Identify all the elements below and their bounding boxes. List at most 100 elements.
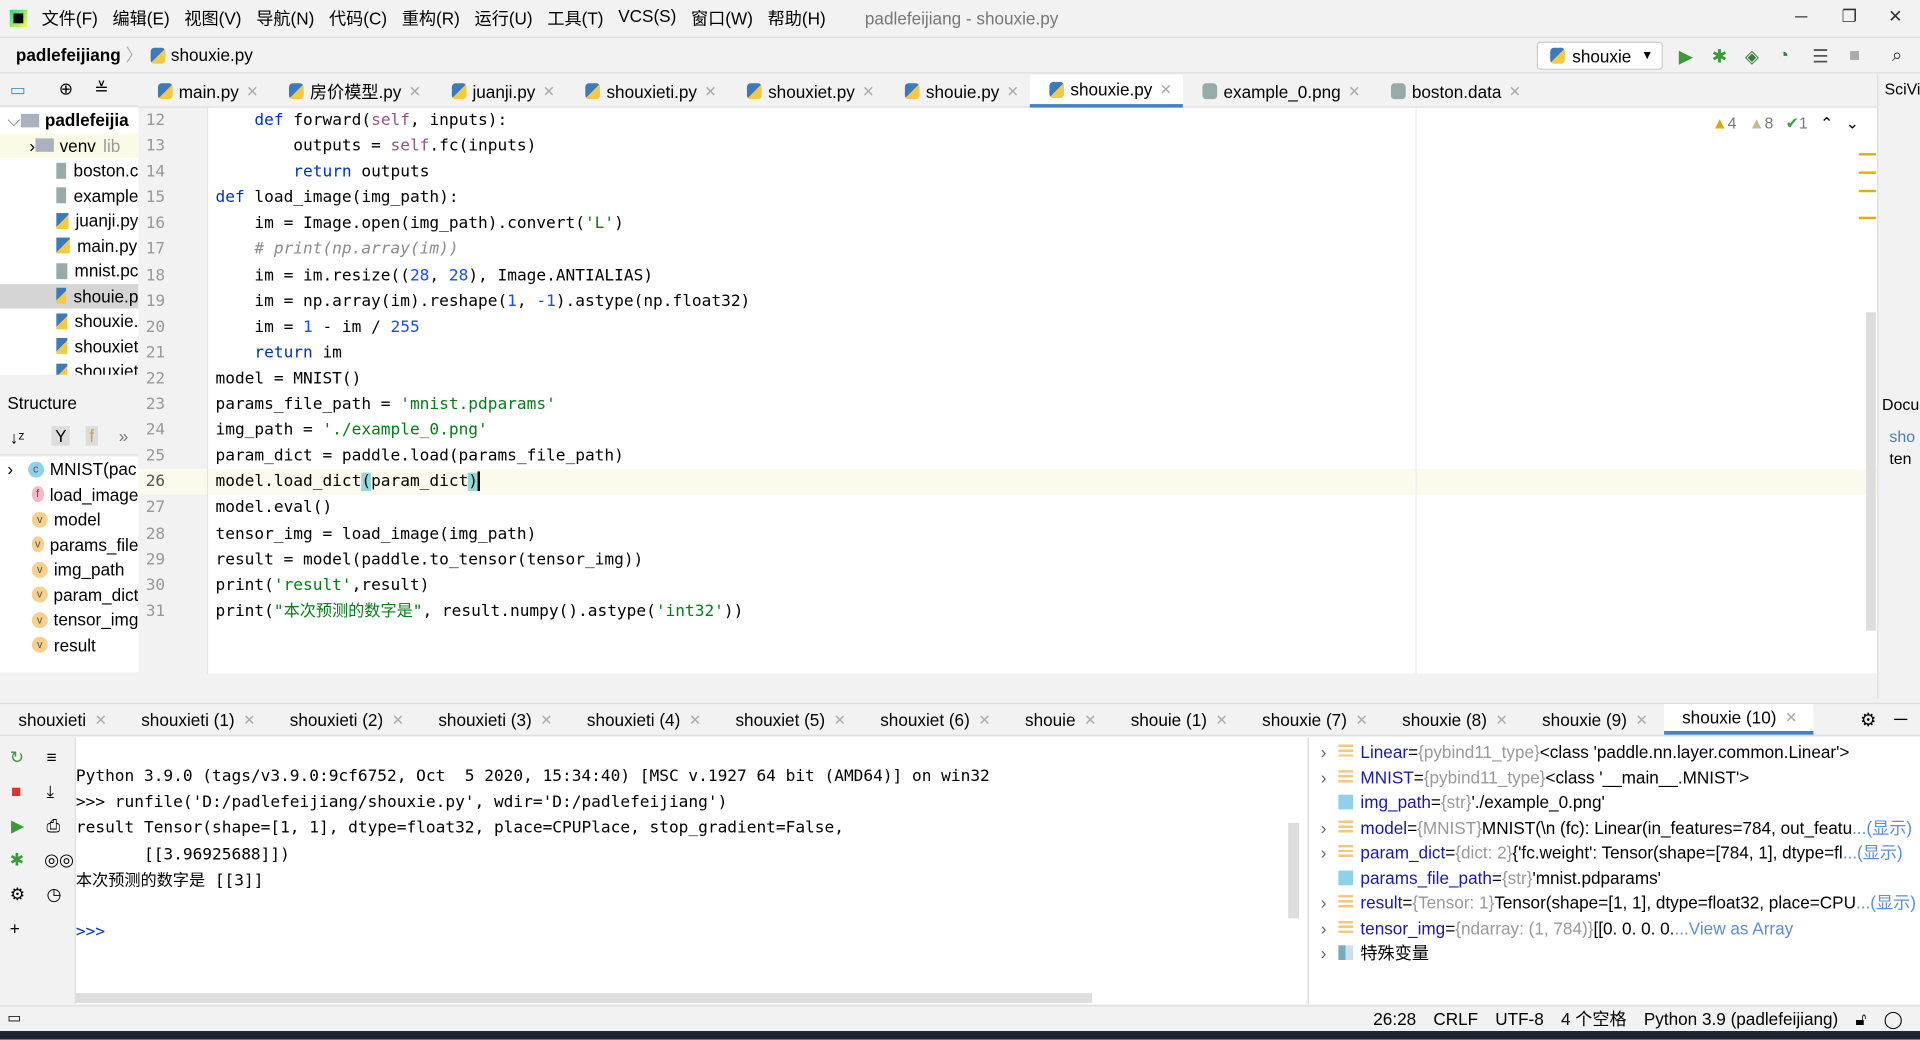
prev-highlight-icon[interactable]: ⌃ xyxy=(1820,114,1833,134)
close-tab-icon[interactable]: ✕ xyxy=(409,83,421,100)
stop-icon[interactable]: ■ xyxy=(11,781,21,801)
code-line[interactable]: im = im.resize((28, 28), Image.ANTIALIAS… xyxy=(208,263,1877,289)
tree-file[interactable]: mnist.pc xyxy=(0,258,138,283)
project-root[interactable]: ⌵ padlefeijia xyxy=(0,108,138,133)
settings-gear-icon[interactable]: ⚙ xyxy=(1860,709,1876,731)
close-button[interactable]: ✕ xyxy=(1888,6,1902,27)
code-line[interactable]: # print(np.array(im)) xyxy=(208,237,1877,263)
next-highlight-icon[interactable]: ⌄ xyxy=(1846,114,1859,134)
code-line[interactable]: return outputs xyxy=(208,159,1877,185)
console-tab[interactable]: shouxieti ✕ xyxy=(0,704,123,735)
sciview-tab[interactable]: SciVi xyxy=(1884,80,1920,98)
lock-icon[interactable]: 🔓︎ xyxy=(1855,1008,1866,1029)
menu-item[interactable]: 重构(R) xyxy=(402,6,460,30)
close-tab-icon[interactable]: ✕ xyxy=(1785,709,1797,726)
breadcrumb-project[interactable]: padlefeijiang xyxy=(16,45,121,65)
editor-tab[interactable]: shouxiet.py ✕ xyxy=(728,75,886,108)
variable-show-link[interactable]: ...(显示) xyxy=(1856,891,1916,915)
editor-tab[interactable]: 房价模型.py ✕ xyxy=(270,75,433,108)
variable-row[interactable]: › model = {MNIST} MNIST(\n (fc): Linear(i… xyxy=(1309,815,1920,840)
history-icon[interactable]: ◷ xyxy=(47,884,62,905)
structure-item[interactable]: v model xyxy=(0,507,138,532)
print-icon[interactable]: ⎙ xyxy=(47,816,61,837)
scroll-end-icon[interactable]: ⤓ xyxy=(47,781,55,802)
chevron-right-icon[interactable]: › xyxy=(1309,943,1338,963)
tree-item-venv[interactable]: › venv lib xyxy=(0,132,139,158)
editor-tab[interactable]: main.py ✕ xyxy=(138,75,269,108)
debug-icon[interactable]: ✱ xyxy=(1712,45,1727,68)
tree-file[interactable]: main.py xyxy=(0,233,138,258)
indent-setting[interactable]: 4 个空格 xyxy=(1561,1007,1627,1031)
code-line[interactable]: im = 1 - im / 255 xyxy=(208,314,1877,340)
console-tab[interactable]: shouxie (7) ✕ xyxy=(1244,704,1384,735)
structure-item[interactable]: v result xyxy=(0,632,138,657)
code-line[interactable]: def forward(self, inputs): xyxy=(208,108,1877,134)
variable-show-link[interactable]: ...View as Array xyxy=(1674,918,1793,938)
run-icon[interactable]: ▶ xyxy=(1679,45,1693,68)
console-tab[interactable]: shouxie (9) ✕ xyxy=(1524,704,1664,735)
chevron-right-icon[interactable]: › xyxy=(1309,742,1338,762)
editor-tab[interactable]: boston.data ✕ xyxy=(1371,75,1532,108)
close-tab-icon[interactable]: ✕ xyxy=(1007,83,1019,100)
close-tab-icon[interactable]: ✕ xyxy=(392,711,404,728)
warning-marker[interactable] xyxy=(1858,216,1876,220)
add-console-icon[interactable]: + xyxy=(10,918,20,938)
breadcrumb-file[interactable]: shouxie.py xyxy=(171,45,253,65)
typos-count[interactable]: ✔1 xyxy=(1786,114,1808,134)
code-line[interactable]: model.eval() xyxy=(208,495,1877,521)
tree-file[interactable]: example xyxy=(0,183,138,208)
notifications-icon[interactable]: ◯ xyxy=(1884,1008,1903,1029)
chevron-right-icon[interactable]: › xyxy=(1309,818,1338,838)
python-console[interactable]: Python 3.9.0 (tags/v3.9.0:9cf6752, Oct 5… xyxy=(75,737,1307,1005)
editor-tab[interactable]: example_0.png ✕ xyxy=(1183,75,1371,108)
close-tab-icon[interactable]: ✕ xyxy=(1356,711,1368,728)
execute-icon[interactable]: ▶ xyxy=(11,816,24,837)
variable-row[interactable]: params_file_path = {str} 'mnist.pdparams… xyxy=(1309,865,1920,890)
close-tab-icon[interactable]: ✕ xyxy=(704,83,716,100)
console-tab[interactable]: shouxieti (3) ✕ xyxy=(420,704,569,735)
close-tab-icon[interactable]: ✕ xyxy=(1160,81,1172,98)
console-tab[interactable]: shouxieti (1) ✕ xyxy=(123,704,272,735)
console-tab[interactable]: shouxie (8) ✕ xyxy=(1384,704,1524,735)
caret-position[interactable]: 26:28 xyxy=(1373,1009,1416,1029)
console-tab[interactable]: shouxie (10) ✕ xyxy=(1663,704,1814,735)
close-tab-icon[interactable]: ✕ xyxy=(543,83,555,100)
tree-file[interactable]: shouie.p xyxy=(0,283,139,309)
close-tab-icon[interactable]: ✕ xyxy=(978,711,990,728)
variable-row[interactable]: › param_dict = {dict: 2} {'fc.weight': Te… xyxy=(1309,840,1920,865)
code-line[interactable]: model = MNIST() xyxy=(208,366,1877,392)
soft-wrap-icon[interactable]: ≡ xyxy=(47,747,57,767)
chevron-right-icon[interactable]: › xyxy=(1309,893,1338,913)
close-tab-icon[interactable]: ✕ xyxy=(862,83,874,100)
variable-row[interactable]: › tensor_img = {ndarray: (1, 784)} [[0. 0… xyxy=(1309,915,1920,940)
console-tab[interactable]: shouxieti (4) ✕ xyxy=(569,704,718,735)
code-line[interactable]: result = model(paddle.to_tensor(tensor_i… xyxy=(208,547,1877,573)
close-tab-icon[interactable]: ✕ xyxy=(246,83,258,100)
code-line[interactable]: outputs = self.fc(inputs) xyxy=(208,134,1877,160)
variable-row[interactable]: img_path = {str} './example_0.png' xyxy=(1309,790,1920,815)
settings-icon[interactable]: ⚙ xyxy=(10,884,25,905)
maximize-button[interactable]: ❐ xyxy=(1842,6,1857,27)
structure-item[interactable]: v img_path xyxy=(0,557,138,582)
menu-item[interactable]: 导航(N) xyxy=(256,6,314,30)
close-tab-icon[interactable]: ✕ xyxy=(95,711,107,728)
close-tab-icon[interactable]: ✕ xyxy=(1635,711,1647,728)
editor-tab[interactable]: shouxieti.py ✕ xyxy=(566,75,728,108)
file-encoding[interactable]: UTF-8 xyxy=(1495,1009,1544,1029)
close-tab-icon[interactable]: ✕ xyxy=(1496,711,1508,728)
menu-item[interactable]: 运行(U) xyxy=(475,6,533,30)
code-line[interactable]: return im xyxy=(208,340,1877,366)
code-line[interactable]: img_path = './example_0.png' xyxy=(208,418,1877,444)
concurrency-icon[interactable]: ☰ xyxy=(1812,45,1828,68)
chevron-right-icon[interactable]: › xyxy=(1309,918,1338,938)
console-tab[interactable]: shouxiet (5) ✕ xyxy=(717,704,862,735)
tree-file[interactable]: shouxie. xyxy=(0,309,138,334)
collapse-icon[interactable]: ≚ xyxy=(94,78,108,99)
editor-scrollbar[interactable] xyxy=(1866,312,1876,631)
search-icon[interactable]: ⌕ xyxy=(1892,45,1902,66)
code-line[interactable]: tensor_img = load_image(img_path) xyxy=(208,521,1877,547)
editor-tab[interactable]: shouie.py ✕ xyxy=(886,75,1030,108)
structure-item[interactable]: v tensor_img xyxy=(0,607,138,632)
code-line[interactable]: print("本次预测的数字是", result.numpy().astype(… xyxy=(208,599,1877,625)
minimize-button[interactable]: ─ xyxy=(1795,6,1807,26)
